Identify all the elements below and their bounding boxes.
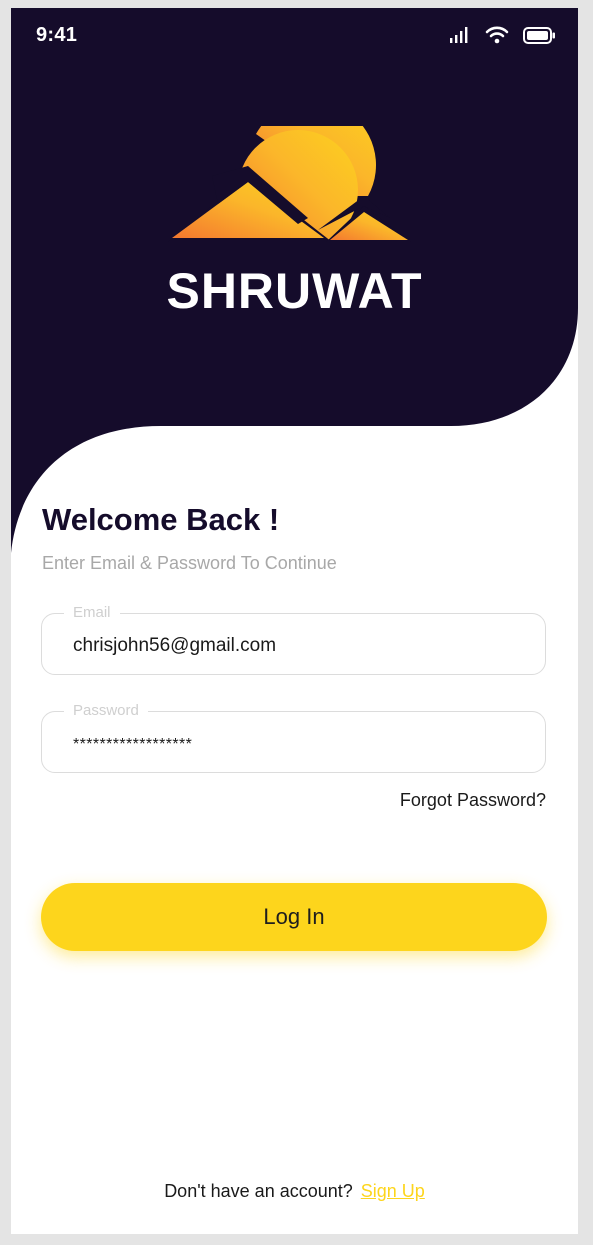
forgot-password-link[interactable]: Forgot Password? bbox=[400, 790, 546, 811]
email-field-label: Email bbox=[64, 604, 120, 621]
page-title: Welcome Back ! bbox=[42, 502, 280, 537]
signup-link[interactable]: Sign Up bbox=[361, 1181, 425, 1201]
wifi-icon bbox=[485, 26, 509, 44]
brand-name: SHRUWAT bbox=[166, 263, 423, 319]
status-icons bbox=[449, 26, 556, 44]
password-field[interactable]: Password ****************** bbox=[41, 702, 546, 773]
signup-prompt-text: Don't have an account? bbox=[164, 1181, 353, 1201]
status-time: 9:41 bbox=[36, 24, 78, 46]
email-field-value[interactable]: chrisjohn56@gmail.com bbox=[73, 635, 276, 657]
login-button[interactable]: Log In bbox=[41, 883, 547, 951]
login-screen: 9:41 SHRUWAT Welcome Back ! Enter Email … bbox=[11, 8, 578, 1234]
signup-prompt: Don't have an account? Sign Up bbox=[11, 1181, 578, 1202]
signal-icon bbox=[450, 27, 468, 43]
email-field[interactable]: Email chrisjohn56@gmail.com bbox=[41, 604, 546, 675]
page-subtitle: Enter Email & Password To Continue bbox=[42, 553, 337, 573]
password-field-value[interactable]: ****************** bbox=[73, 736, 192, 754]
brand-logo-icon bbox=[168, 126, 411, 242]
password-field-label: Password bbox=[64, 702, 148, 719]
battery-icon bbox=[523, 26, 555, 44]
